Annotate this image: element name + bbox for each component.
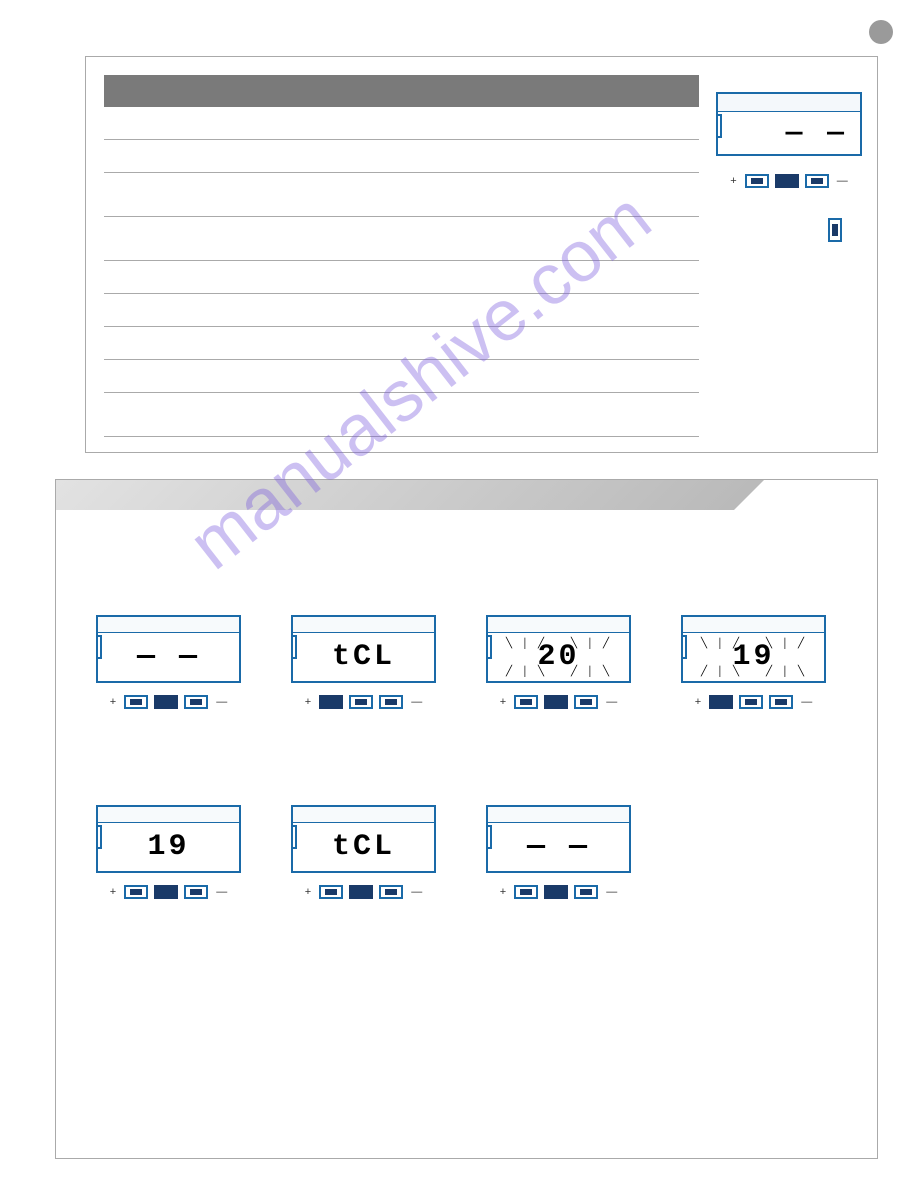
plus-button[interactable] bbox=[319, 695, 343, 709]
display-step-2: tCL + — bbox=[291, 615, 436, 709]
minus-label: — bbox=[837, 175, 848, 187]
set-button[interactable] bbox=[544, 885, 568, 899]
minus-label: — bbox=[606, 886, 617, 898]
minus-label: — bbox=[411, 886, 422, 898]
lcd-value: tCL bbox=[332, 830, 395, 864]
minus-label: — bbox=[216, 696, 227, 708]
minus-button[interactable] bbox=[379, 695, 403, 709]
minus-button[interactable] bbox=[379, 885, 403, 899]
plus-button[interactable] bbox=[319, 885, 343, 899]
table-row bbox=[104, 217, 699, 261]
table-row bbox=[104, 294, 699, 327]
main-lcd-display: — — bbox=[716, 92, 862, 156]
minus-button[interactable] bbox=[184, 885, 208, 899]
lcd-value: tCL bbox=[332, 640, 395, 674]
display-step-7: — — + — bbox=[486, 805, 631, 899]
display-step-1: — — + — bbox=[96, 615, 241, 709]
minus-label: — bbox=[216, 886, 227, 898]
plus-label: + bbox=[305, 886, 311, 898]
plus-button[interactable] bbox=[709, 695, 733, 709]
table-row bbox=[104, 173, 699, 217]
plus-label: + bbox=[500, 886, 506, 898]
lcd-value: — — bbox=[527, 830, 590, 864]
table-row bbox=[104, 107, 699, 140]
lcd-display-flashing: ╲ │ ╱ ╲ │ ╱ 20 ╱ │ ╲ ╱ │ ╲ bbox=[486, 615, 631, 683]
plus-label: + bbox=[500, 696, 506, 708]
lcd-value: 19 bbox=[147, 830, 189, 864]
plus-label: + bbox=[110, 886, 116, 898]
lcd-display: tCL bbox=[291, 805, 436, 873]
display-step-6: tCL + — bbox=[291, 805, 436, 899]
parameter-table bbox=[104, 75, 699, 472]
display-step-3: ╲ │ ╱ ╲ │ ╱ 20 ╱ │ ╲ ╱ │ ╲ + — bbox=[486, 615, 631, 709]
table-header bbox=[104, 75, 699, 107]
minus-label: — bbox=[411, 696, 422, 708]
table-row bbox=[104, 360, 699, 393]
plus-label: + bbox=[730, 175, 736, 187]
plus-label: + bbox=[695, 696, 701, 708]
set-button[interactable] bbox=[154, 695, 178, 709]
page-indicator-circle bbox=[869, 20, 893, 44]
plus-button[interactable] bbox=[124, 695, 148, 709]
plus-button[interactable] bbox=[514, 695, 538, 709]
lcd-value: — — bbox=[137, 640, 200, 674]
minus-label: — bbox=[606, 696, 617, 708]
lower-panel: — — + — tCL + — bbox=[55, 479, 878, 1159]
lcd-display-flashing: ╲ │ ╱ ╲ │ ╱ 19 ╱ │ ╲ ╱ │ ╲ bbox=[681, 615, 826, 683]
display-row-1: — — + — tCL + — bbox=[96, 615, 826, 709]
set-button[interactable] bbox=[775, 174, 799, 188]
set-button[interactable] bbox=[544, 695, 568, 709]
plus-label: + bbox=[110, 696, 116, 708]
plus-button[interactable] bbox=[124, 885, 148, 899]
minus-button[interactable] bbox=[184, 695, 208, 709]
table-row bbox=[104, 393, 699, 437]
plus-button[interactable] bbox=[514, 885, 538, 899]
lcd-value: — — bbox=[786, 118, 848, 149]
table-row bbox=[104, 327, 699, 360]
set-button[interactable] bbox=[739, 695, 763, 709]
lcd-display: 19 bbox=[96, 805, 241, 873]
minus-button[interactable] bbox=[769, 695, 793, 709]
lcd-display: — — bbox=[96, 615, 241, 683]
section-header-band bbox=[56, 480, 877, 510]
table-row bbox=[104, 140, 699, 173]
table-row bbox=[104, 261, 699, 294]
button-row: + — bbox=[716, 174, 862, 188]
plus-label: + bbox=[305, 696, 311, 708]
minus-button[interactable] bbox=[805, 174, 829, 188]
minus-button[interactable] bbox=[574, 885, 598, 899]
minus-label: — bbox=[801, 696, 812, 708]
lcd-display: — — bbox=[486, 805, 631, 873]
display-step-5: 19 + — bbox=[96, 805, 241, 899]
lcd-display: tCL bbox=[291, 615, 436, 683]
set-button[interactable] bbox=[349, 885, 373, 899]
display-step-4: ╲ │ ╱ ╲ │ ╱ 19 ╱ │ ╲ ╱ │ ╲ + — bbox=[681, 615, 826, 709]
plus-button[interactable] bbox=[745, 174, 769, 188]
display-row-2: 19 + — tCL + — bbox=[96, 805, 631, 899]
set-button[interactable] bbox=[154, 885, 178, 899]
set-button[interactable] bbox=[349, 695, 373, 709]
upper-panel: — — + — bbox=[85, 56, 878, 453]
side-control-panel: — — + — bbox=[716, 92, 862, 242]
minus-button[interactable] bbox=[574, 695, 598, 709]
aux-button[interactable] bbox=[828, 218, 842, 242]
